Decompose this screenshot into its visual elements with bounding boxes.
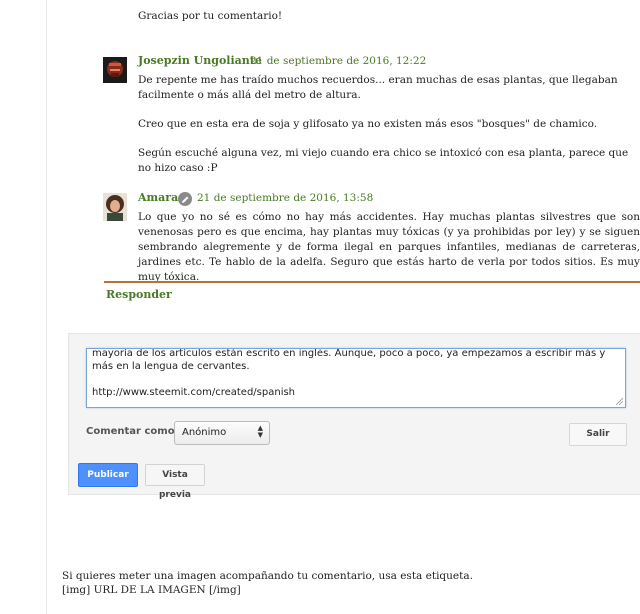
preview-button[interactable]: Vista previa xyxy=(145,464,205,500)
comments-divider xyxy=(104,281,640,283)
reply-link[interactable]: Responder xyxy=(106,288,172,301)
pencil-icon xyxy=(182,196,189,203)
reply-text: Gracias por tu comentario! xyxy=(138,10,283,22)
comment-author[interactable]: Josepzin Ungoliante xyxy=(138,54,262,67)
comment-textarea[interactable]: mayoría de los artículos están escrito e… xyxy=(86,348,626,408)
comment-date[interactable]: 21 de septiembre de 2016, 13:58 xyxy=(197,192,373,204)
pencil-icon xyxy=(178,192,192,206)
image-tag-example: [img] URL DE LA IMAGEN [/img] xyxy=(62,584,241,596)
logout-button[interactable]: Salir xyxy=(569,423,627,446)
comment-paragraph: Según escuché alguna vez, mi viejo cuand… xyxy=(138,147,629,174)
image-tag-hint: Si quieres meter una imagen acompañando … xyxy=(62,570,473,582)
publish-button[interactable]: Publicar xyxy=(78,463,138,487)
comment-author[interactable]: Amara xyxy=(138,191,178,204)
comment-as-value: Anónimo xyxy=(182,427,227,438)
comment-date[interactable]: 21 de septiembre de 2016, 12:22 xyxy=(250,55,426,67)
avatar[interactable] xyxy=(103,193,127,221)
comment-paragraph: De repente me has traído muchos recuerdo… xyxy=(138,74,618,101)
content-left-border xyxy=(46,0,47,614)
comment-as-select[interactable]: Anónimo ▲ ▼ xyxy=(174,421,270,445)
resize-handle-icon[interactable] xyxy=(616,398,623,405)
avatar[interactable] xyxy=(103,57,127,83)
comment-as-label: Comentar como: xyxy=(86,426,179,437)
comment-paragraph: Creo que en esta era de soja y glifosato… xyxy=(138,118,598,130)
comment-paragraph: Lo que yo no sé es cómo no hay más accid… xyxy=(138,211,640,283)
comment-textarea-value[interactable]: mayoría de los artículos están escrito e… xyxy=(92,349,619,399)
updown-arrows-icon: ▲ ▼ xyxy=(257,424,263,439)
